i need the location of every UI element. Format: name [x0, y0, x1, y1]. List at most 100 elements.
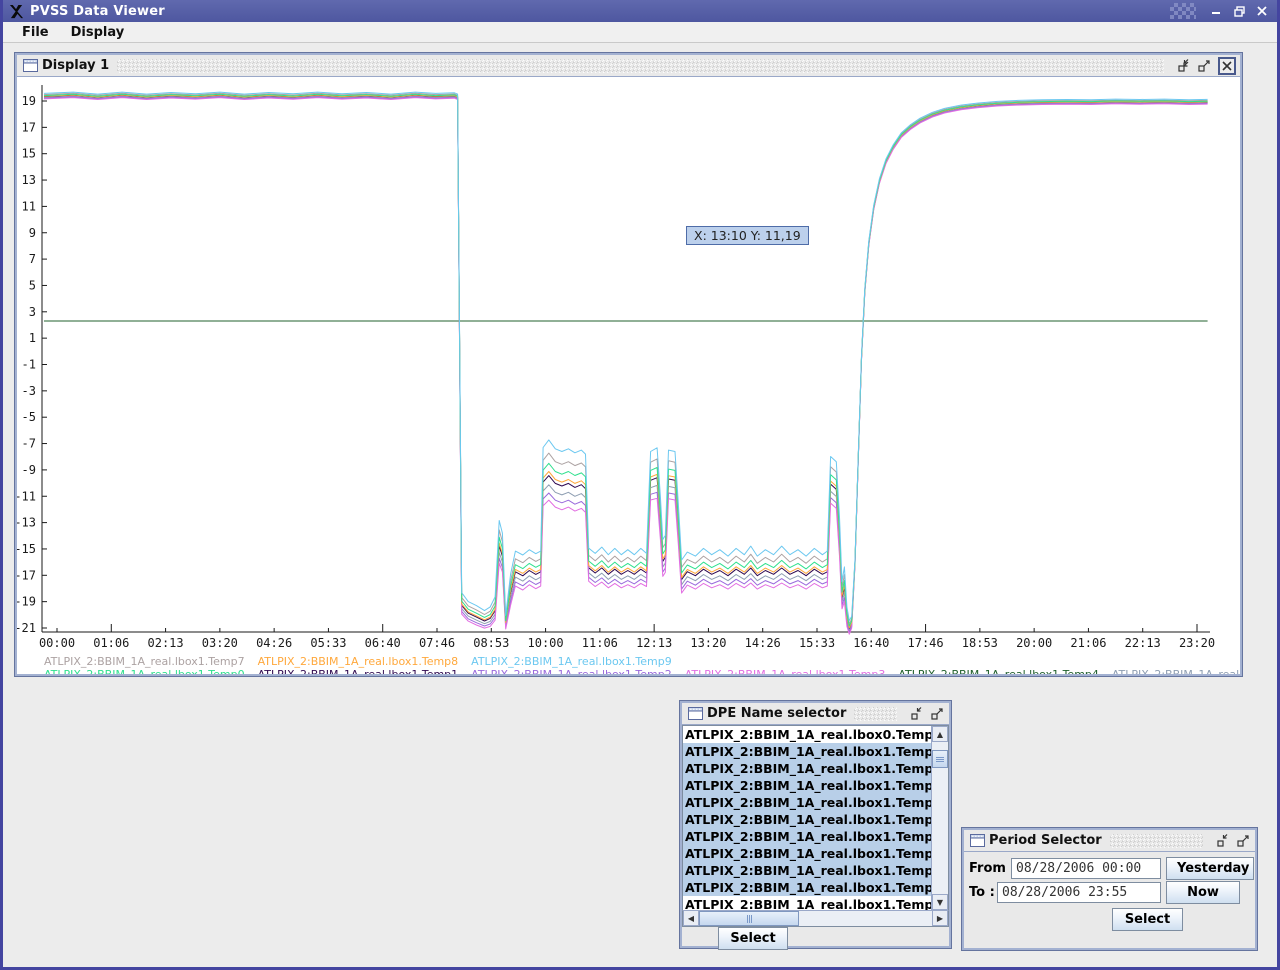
horizontal-scrollbar[interactable]: ◀ ▶ — [682, 910, 949, 927]
period-select-button[interactable]: Select — [1112, 908, 1183, 931]
legend-entry: ATLPIX_2:BBIM_1A_real.lbox1.Temp2 — [471, 668, 672, 674]
legend-entry: ATLPIX_2:BBIM_1A_real.lbox1.Temp8 — [258, 655, 459, 668]
svg-text:15: 15 — [22, 147, 36, 161]
now-button[interactable]: Now — [1166, 881, 1240, 904]
window-title: PVSS Data Viewer — [30, 4, 165, 19]
svg-text:-17: -17 — [17, 568, 36, 582]
period-selector-window: Period Selector From : — [961, 827, 1258, 951]
period-selector-titlebar[interactable]: Period Selector — [964, 830, 1255, 852]
dpe-list-item[interactable]: ATLPIX_2:BBIM_1A_real.lbox1.Temp1 — [683, 760, 931, 777]
menu-display[interactable]: Display — [60, 25, 136, 40]
svg-text:22:13: 22:13 — [1125, 636, 1161, 650]
desktop: Display 1 — [3, 43, 1277, 967]
iconify-button[interactable] — [909, 706, 925, 722]
legend-entry: ATLPIX_2:BBIM_1A_real.lbox1.Temp4 — [898, 668, 1099, 674]
iconify-button[interactable] — [1176, 58, 1192, 74]
svg-text:5: 5 — [29, 278, 36, 292]
internal-frame-icon — [23, 59, 38, 72]
dpe-select-button[interactable]: Select — [718, 927, 788, 950]
internal-frame-icon — [970, 834, 985, 847]
vertical-scrollbar[interactable]: ▲ ▼ — [931, 726, 948, 910]
titlebar-dither-decoration — [1170, 3, 1196, 19]
svg-text:-21: -21 — [17, 621, 36, 635]
x11-logo-icon — [9, 4, 24, 19]
svg-text:1: 1 — [29, 331, 36, 345]
svg-text:-1: -1 — [22, 358, 36, 372]
menu-bar: File Display — [3, 22, 1277, 43]
maximize-button[interactable] — [1235, 833, 1251, 849]
svg-text:-13: -13 — [17, 516, 36, 530]
period-selector-title: Period Selector — [989, 833, 1102, 848]
window-titlebar[interactable]: PVSS Data Viewer — [3, 0, 1277, 22]
display-close-button[interactable] — [1218, 57, 1236, 75]
to-label: To : — [969, 885, 995, 900]
svg-text:-3: -3 — [22, 384, 36, 398]
dpe-list-item[interactable]: ATLPIX_2:BBIM_1A_real.lbox1.Temp8 — [683, 862, 931, 879]
restore-button[interactable] — [1232, 4, 1246, 18]
series-Temp9 — [44, 92, 1208, 621]
titlebar-bumps-texture — [1110, 834, 1203, 848]
yesterday-button[interactable]: Yesterday — [1166, 857, 1254, 880]
svg-text:-9: -9 — [22, 463, 36, 477]
dpe-list-item[interactable]: ATLPIX_2:BBIM_1A_real.lbox1.Temp3 — [683, 794, 931, 811]
dpe-list-item[interactable]: ATLPIX_2:BBIM_1A_real.lbox1.Temp4 — [683, 811, 931, 828]
svg-text:14:26: 14:26 — [745, 636, 781, 650]
scroll-right-button[interactable]: ▶ — [932, 910, 948, 926]
chart-area[interactable]: 191715131197531-1-3-5-7-9-11-13-15-17-19… — [17, 77, 1240, 674]
dpe-selector-title: DPE Name selector — [707, 706, 846, 721]
cursor-tooltip: X: 13:10 Y: 11,19 — [686, 226, 809, 245]
dpe-list[interactable]: ATLPIX_2:BBIM_1A_real.lbox0.TempdATLPIX_… — [683, 726, 931, 910]
svg-text:02:13: 02:13 — [148, 636, 184, 650]
series-Temp2 — [44, 97, 1208, 633]
minimize-button[interactable] — [1209, 4, 1223, 18]
legend-entry: ATLPIX_2:BBIM_1A_real.lbox1.Temp9 — [471, 655, 672, 668]
titlebar-bumps-texture — [854, 707, 897, 721]
dpe-list-item[interactable]: ATLPIX_2:BBIM_1A_real.lbox1.Tempa — [683, 896, 931, 910]
titlebar-bumps-texture — [117, 59, 1164, 73]
legend-entry: ATLPIX_2:BBIM_1A_real.lbox1.Temp1 — [258, 668, 459, 674]
svg-text:-5: -5 — [22, 410, 36, 424]
dpe-list-item[interactable]: ATLPIX_2:BBIM_1A_real.lbox1.Temp9 — [683, 879, 931, 896]
temperature-trend-chart[interactable]: 191715131197531-1-3-5-7-9-11-13-15-17-19… — [17, 77, 1239, 655]
display-window-titlebar[interactable]: Display 1 — [17, 55, 1240, 77]
series-Temp3 — [44, 98, 1208, 635]
internal-frame-icon — [688, 707, 703, 720]
from-input[interactable] — [1011, 858, 1161, 879]
svg-text:11:06: 11:06 — [582, 636, 618, 650]
svg-text:13: 13 — [22, 173, 36, 187]
legend-entry: ATLPIX_2:BBIM_1A_real.lbox1.Temp5 — [1112, 668, 1240, 674]
dpe-selector-titlebar[interactable]: DPE Name selector — [682, 703, 949, 725]
svg-text:17:46: 17:46 — [908, 636, 944, 650]
dpe-list-item[interactable]: ATLPIX_2:BBIM_1A_real.lbox1.Temp0 — [683, 743, 931, 760]
dpe-list-item[interactable]: ATLPIX_2:BBIM_1A_real.lbox1.Temp7 — [683, 845, 931, 862]
dpe-list-item[interactable]: ATLPIX_2:BBIM_1A_real.lbox1.Temp5 — [683, 828, 931, 845]
scroll-down-button[interactable]: ▼ — [932, 894, 948, 910]
scroll-up-button[interactable]: ▲ — [932, 726, 948, 742]
menu-file[interactable]: File — [11, 25, 60, 40]
maximize-button[interactable] — [1196, 58, 1212, 74]
maximize-button[interactable] — [929, 706, 945, 722]
close-button[interactable] — [1255, 4, 1269, 18]
svg-text:-7: -7 — [22, 437, 36, 451]
svg-text:23:20: 23:20 — [1179, 636, 1215, 650]
svg-text:05:33: 05:33 — [310, 636, 346, 650]
iconify-button[interactable] — [1215, 833, 1231, 849]
svg-text:-11: -11 — [17, 489, 36, 503]
scroll-left-button[interactable]: ◀ — [683, 910, 699, 926]
vertical-scroll-thumb[interactable] — [932, 750, 948, 768]
svg-text:15:33: 15:33 — [799, 636, 835, 650]
horizontal-scroll-thumb[interactable] — [699, 911, 799, 926]
svg-text:10:00: 10:00 — [528, 636, 564, 650]
svg-text:18:53: 18:53 — [962, 636, 998, 650]
svg-text:13:20: 13:20 — [690, 636, 726, 650]
display-window-title: Display 1 — [42, 58, 109, 73]
chart-legend: ATLPIX_2:BBIM_1A_real.lbox1.Temp7ATLPIX_… — [17, 655, 1240, 674]
dpe-list-item[interactable]: ATLPIX_2:BBIM_1A_real.lbox1.Temp2 — [683, 777, 931, 794]
dpe-list-item[interactable]: ATLPIX_2:BBIM_1A_real.lbox0.Tempd — [683, 726, 931, 743]
display-window: Display 1 — [14, 52, 1243, 677]
svg-text:04:26: 04:26 — [256, 636, 292, 650]
svg-text:06:40: 06:40 — [365, 636, 401, 650]
svg-text:07:46: 07:46 — [419, 636, 455, 650]
to-input[interactable] — [997, 882, 1161, 903]
svg-text:11: 11 — [22, 199, 36, 213]
